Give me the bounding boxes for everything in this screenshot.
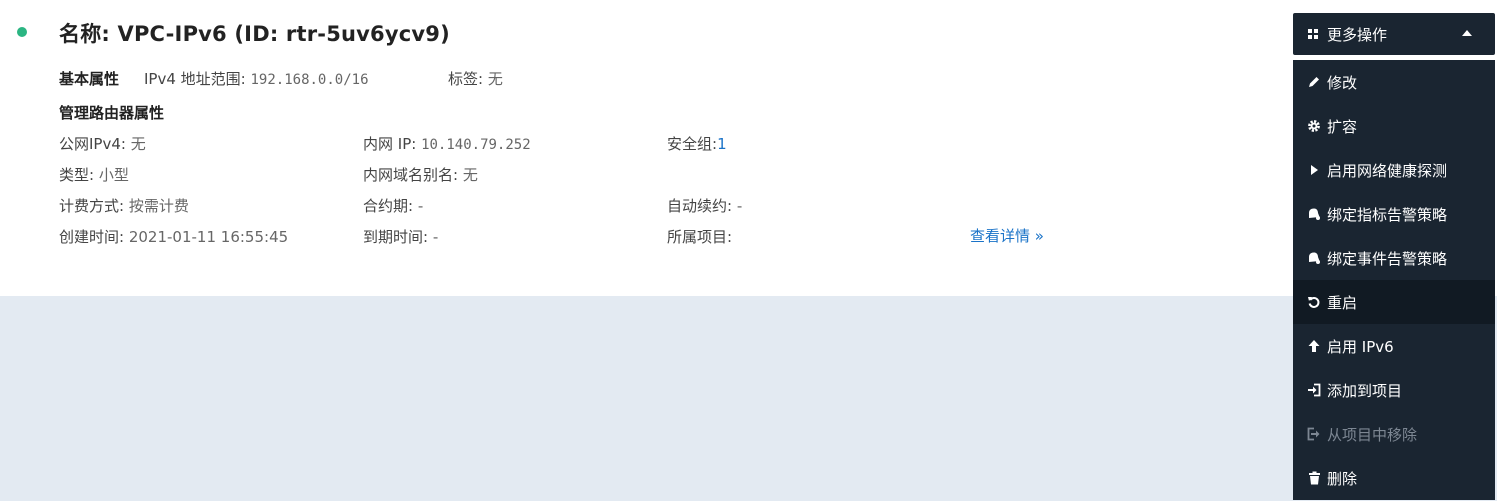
menu-item-health-probe[interactable]: 启用网络健康探测 [1293,148,1495,192]
type-label: 类型: [59,166,95,184]
bell-icon [1306,206,1322,222]
pencil-icon [1306,74,1322,90]
menu-item-remove-from-project: 从项目中移除 [1293,412,1495,456]
arrow-up-icon [1306,338,1322,354]
status-indicator [17,27,27,37]
menu-item-label: 启用 IPv6 [1327,338,1394,356]
contract-label: 合约期: [363,197,414,215]
tags-label: 标签: [448,70,484,88]
security-group-link[interactable]: 1 [717,135,727,153]
expire-label: 到期时间: [363,228,429,246]
menu-item-label: 启用网络健康探测 [1327,162,1448,180]
menu-item-bind-metric-alarm[interactable]: 绑定指标告警策略 [1293,192,1495,236]
private-ip-label: 内网 IP: [363,135,417,153]
play-icon [1306,162,1322,178]
menu-item-edit[interactable]: 修改 [1293,60,1495,104]
gear-icon [1306,118,1322,134]
menu-item-label: 重启 [1327,294,1358,312]
menu-item-label: 修改 [1327,74,1358,92]
trash-icon [1306,470,1322,486]
sign-out-icon [1306,426,1322,442]
basic-section-label: 基本属性 [59,70,120,88]
view-details-link[interactable]: 查看详情 » [970,227,1044,245]
created-label: 创建时间: [59,228,125,246]
more-actions-label: 更多操作 [1327,26,1388,44]
menu-item-label: 从项目中移除 [1327,426,1418,444]
private-ip-value: 10.140.79.252 [421,137,531,153]
auto-renew-label: 自动续约: [667,197,733,215]
private-domain-label: 内网域名别名: [363,166,459,184]
page-title: 名称: VPC-IPv6 (ID: rtr-5uv6ycv9) [59,22,450,46]
contract-value: - [417,197,424,215]
caret-up-icon [1462,30,1472,36]
ipv4-range-value: 192.168.0.0/16 [250,72,369,88]
private-domain-value: 无 [462,166,478,184]
bell-icon [1306,250,1322,266]
expire-value: - [432,228,439,246]
sign-in-icon [1306,382,1322,398]
menu-item-enable-ipv6[interactable]: 启用 IPv6 [1293,324,1495,368]
billing-label: 计费方式: [59,197,125,215]
menu-item-add-to-project[interactable]: 添加到项目 [1293,368,1495,412]
menu-item-label: 绑定指标告警策略 [1327,206,1448,224]
tags-value: 无 [487,70,503,88]
ipv4-range-label: IPv4 地址范围: [144,70,246,88]
public-ipv4-value: 无 [130,135,146,153]
actions-dropdown-menu: 修改 扩容 启用网络健康探测 绑定指标告警策略 绑定事件告警策略 重启 启用 I… [1293,60,1495,500]
menu-item-scale[interactable]: 扩容 [1293,104,1495,148]
restart-icon [1306,294,1322,310]
menu-item-restart[interactable]: 重启 [1293,280,1495,324]
grid-icon [1308,29,1318,39]
menu-item-label: 绑定事件告警策略 [1327,250,1448,268]
auto-renew-value: - [736,197,743,215]
type-value: 小型 [98,166,129,184]
more-actions-button[interactable]: 更多操作 [1293,13,1495,55]
created-value: 2021-01-11 16:55:45 [128,228,289,246]
menu-item-label: 添加到项目 [1327,382,1403,400]
menu-item-label: 扩容 [1327,118,1358,136]
billing-value: 按需计费 [128,197,189,215]
menu-item-delete[interactable]: 删除 [1293,456,1495,500]
menu-item-bind-event-alarm[interactable]: 绑定事件告警策略 [1293,236,1495,280]
menu-item-label: 删除 [1327,470,1358,488]
security-group-label: 安全组: [667,135,718,153]
public-ipv4-label: 公网IPv4: [59,135,126,153]
detail-panel: 名称: VPC-IPv6 (ID: rtr-5uv6ycv9) 基本属性 IPv… [0,0,1497,296]
mgmt-section-label: 管理路由器属性 [59,104,165,122]
project-label: 所属项目: [667,228,733,246]
